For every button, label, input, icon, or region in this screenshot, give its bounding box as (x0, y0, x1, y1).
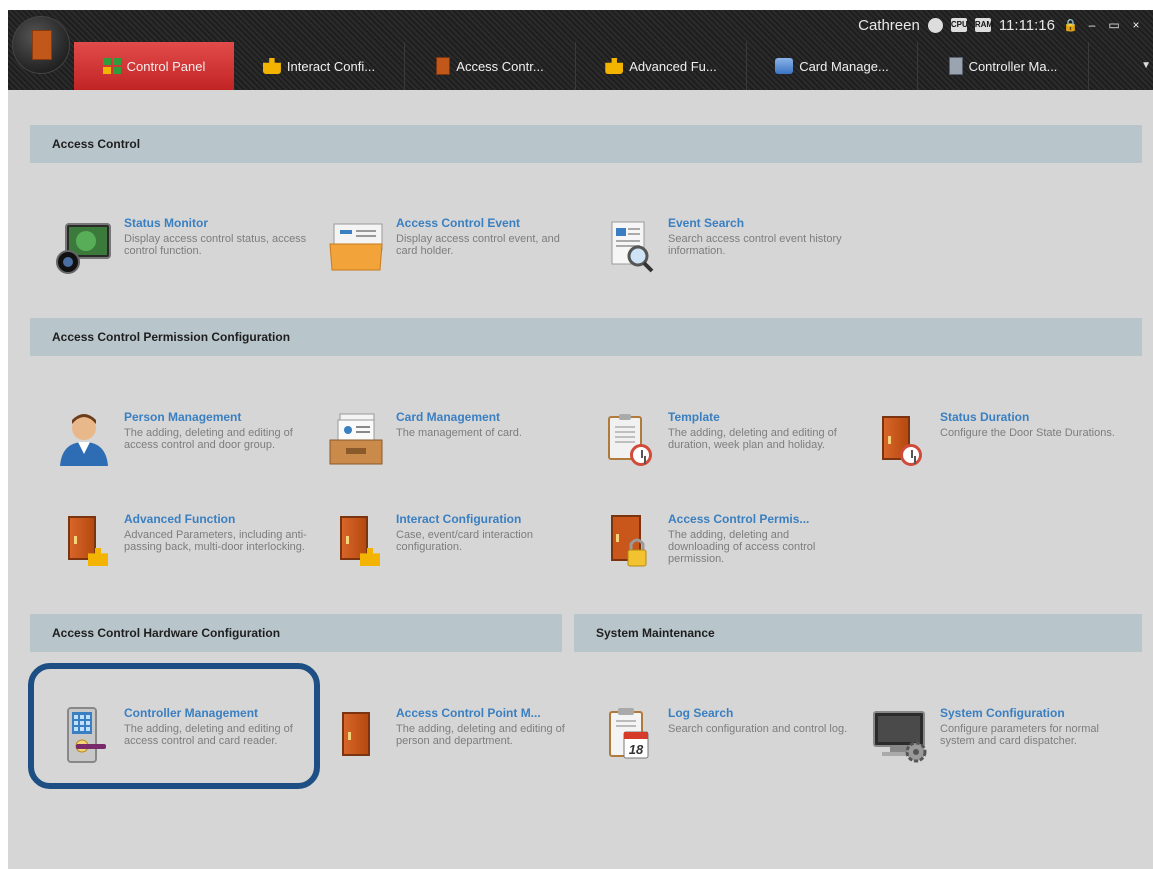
calendar-day: 18 (629, 742, 644, 757)
puzzle-icon (262, 58, 281, 74)
item-event-search[interactable]: Event Search Search access control event… (598, 216, 858, 296)
item-title: Person Management (124, 410, 242, 424)
puzzle-icon (605, 58, 624, 74)
person-icon (60, 414, 108, 466)
door-puzzle-icon (54, 512, 114, 572)
monitor-gear-icon (873, 711, 927, 763)
calendar-log-icon: 18 (609, 708, 649, 759)
tab-label: Interact Confi... (286, 58, 376, 74)
item-title: Log Search (668, 706, 734, 720)
item-desc: Advanced Parameters, including anti-pass… (124, 529, 307, 553)
item-desc: Display access control event, and card h… (396, 233, 560, 257)
tab-label: Controller Ma... (968, 58, 1058, 74)
item-log-search[interactable]: 18 Log Search Search configuration and c… (598, 706, 858, 786)
item-title: Status Duration (940, 410, 1030, 424)
item-system-configuration[interactable]: System Configuration Configure parameter… (870, 706, 1130, 786)
item-desc: The adding, deleting and editing of acce… (124, 427, 293, 451)
tab-control-panel[interactable]: Control Panel (74, 42, 234, 90)
cpu-icon: CPU (950, 18, 968, 32)
card-icon (775, 58, 794, 74)
item-title: Controller Management (124, 706, 259, 720)
item-title: Access Control Permis... (668, 512, 810, 526)
door-clock-icon (870, 410, 930, 470)
item-interact-configuration[interactable]: Interact Configuration Case, event/card … (326, 512, 586, 592)
item-title: Interact Configuration (396, 512, 522, 526)
item-desc: Configure the Door State Durations. (940, 427, 1115, 439)
section-header-maintenance: System Maintenance (574, 614, 1142, 652)
title-bar: Cathreen CPU RAM 11:11:16 🔒 – ▭ × Contro… (8, 10, 1153, 90)
maximize-button[interactable]: ▭ (1107, 18, 1121, 32)
item-title: Event Search (668, 216, 745, 230)
tab-label: Card Manage... (799, 58, 889, 74)
grid-icon (102, 58, 121, 74)
tab-label: Control Panel (126, 58, 206, 74)
item-desc: Search access control event history info… (668, 233, 842, 257)
door-icon (326, 706, 386, 766)
item-desc: The adding, deleting and downloading of … (668, 529, 816, 565)
tab-label: Advanced Fu... (629, 58, 717, 74)
tab-overflow-icon[interactable]: ▼ (1141, 60, 1151, 71)
item-title: Status Monitor (124, 216, 208, 230)
folder-card-icon (329, 223, 383, 271)
user-name[interactable]: Cathreen (858, 17, 920, 34)
monitor-camera-icon (56, 223, 111, 274)
status-area: Cathreen CPU RAM 11:11:16 🔒 – ▭ × (858, 14, 1143, 36)
controller-icon (948, 57, 963, 75)
item-status-duration[interactable]: Status Duration Configure the Door State… (870, 410, 1130, 490)
item-desc: The adding, deleting and editing of pers… (396, 723, 565, 747)
item-title: Access Control Event (396, 216, 521, 230)
ram-icon: RAM (974, 18, 993, 32)
item-advanced-function[interactable]: Advanced Function Advanced Parameters, i… (54, 512, 314, 592)
item-desc: Configure parameters for normal system a… (940, 723, 1099, 747)
close-button[interactable]: × (1129, 18, 1143, 32)
item-person-management[interactable]: Person Management The adding, deleting a… (54, 410, 314, 490)
tab-card-management[interactable]: Card Manage... (747, 42, 918, 90)
minimize-button[interactable]: – (1085, 18, 1099, 32)
item-desc: Display access control status, access co… (124, 233, 307, 257)
item-desc: The management of card. (396, 427, 522, 439)
section-header-permission: Access Control Permission Configuration (30, 318, 1142, 356)
door-icon (32, 30, 52, 60)
lock-icon[interactable]: 🔒 (1063, 18, 1078, 32)
item-template[interactable]: Template The adding, deleting and editin… (598, 410, 858, 490)
app-window: Cathreen CPU RAM 11:11:16 🔒 – ▭ × Contro… (8, 10, 1153, 869)
item-desc: Search configuration and control log. (668, 723, 848, 735)
door-puzzle-icon (326, 512, 386, 572)
item-desc: The adding, deleting and editing of acce… (124, 723, 293, 747)
item-desc: Case, event/card interaction configurati… (396, 529, 533, 553)
globe-icon[interactable] (927, 17, 943, 33)
item-title: System Configuration (940, 706, 1065, 720)
tab-interact-configuration[interactable]: Interact Confi... (234, 42, 405, 90)
item-status-monitor[interactable]: Status Monitor Display access control st… (54, 216, 314, 296)
section-header-access-control: Access Control (30, 125, 1142, 163)
item-controller-management[interactable]: Controller Management The adding, deleti… (54, 706, 314, 786)
controller-device-icon (67, 707, 106, 763)
door-lock-icon (611, 515, 647, 567)
control-panel-content: Access Control Status Monitor Display ac… (8, 90, 1153, 869)
item-title: Advanced Function (124, 512, 236, 526)
module-tabs: Control Panel Interact Confi... Access C… (74, 42, 1089, 90)
tab-label: Access Contr... (456, 58, 544, 74)
item-title: Template (668, 410, 720, 424)
item-access-control-event[interactable]: Access Control Event Display access cont… (326, 216, 586, 296)
item-desc: The adding, deleting and editing of dura… (668, 427, 837, 451)
door-lock-icon (436, 57, 451, 75)
item-title: Card Management (396, 410, 501, 424)
item-card-management[interactable]: Card Management The management of card. (326, 410, 586, 490)
app-logo[interactable] (12, 16, 70, 74)
clipboard-clock-icon (598, 410, 658, 470)
tab-controller-management[interactable]: Controller Ma... (918, 42, 1089, 90)
clock-time: 11:11:16 (998, 16, 1055, 34)
document-search-icon (611, 221, 654, 273)
item-access-control-permission[interactable]: Access Control Permis... The adding, del… (598, 512, 858, 592)
card-tray-icon (329, 413, 383, 465)
item-title: Access Control Point M... (396, 706, 541, 720)
tab-access-control[interactable]: Access Contr... (405, 42, 576, 90)
tab-advanced-function[interactable]: Advanced Fu... (576, 42, 747, 90)
section-header-hardware: Access Control Hardware Configuration (30, 614, 562, 652)
item-access-control-point[interactable]: Access Control Point M... The adding, de… (326, 706, 586, 786)
